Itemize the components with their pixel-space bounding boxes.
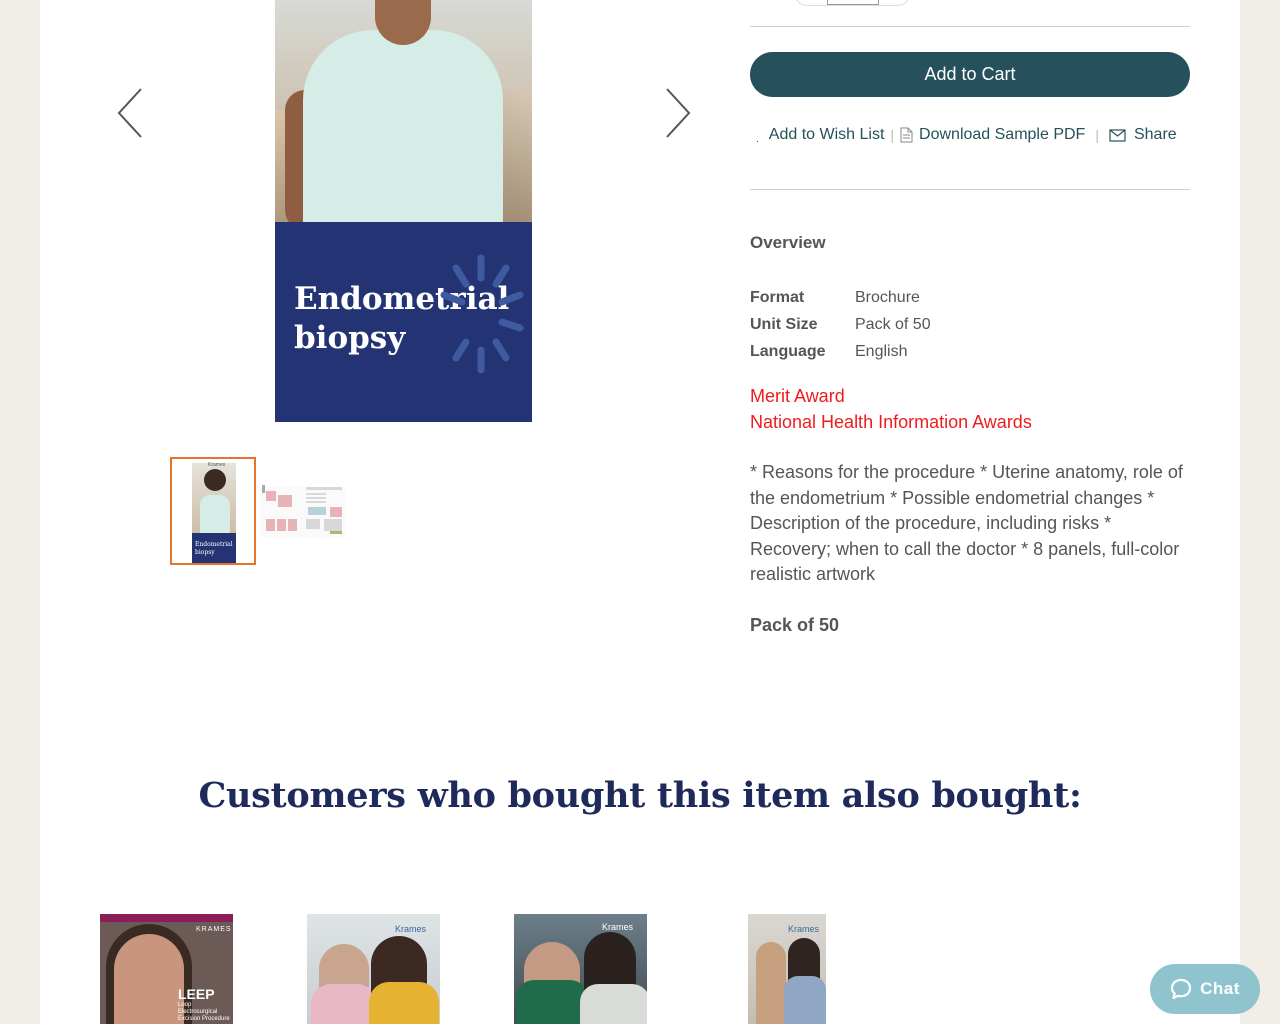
chat-bubble-icon [1171,978,1192,1000]
action-separator: | [1095,127,1099,143]
cover-person-shirt [369,982,439,1024]
document-icon [900,127,913,143]
action-separator: | [890,127,895,143]
brochure-inside-preview [260,485,346,537]
recommendation-title: LEEP [178,986,215,1002]
recommendation-brand: Krames [602,922,634,932]
cover-banner [100,914,233,922]
quantity-input[interactable] [827,0,879,5]
spec-key: Format [750,288,805,306]
gallery-next-button[interactable] [662,86,692,140]
cover-person-shirt [516,980,588,1024]
thumbnail-head [204,469,226,491]
cover-person-shirt [580,984,647,1024]
spec-table: Format Brochure Unit Size Pack of 50 Lan… [750,284,931,365]
cover-photo-shirt [303,30,503,222]
thumbnail-brand: Krames [208,462,226,468]
spec-key: Language [750,342,826,360]
overview-title: Overview [750,233,826,252]
cover-title-band: Endometrial biopsy [275,222,532,422]
download-sample-pdf-link[interactable]: Download Sample PDF [919,126,1085,144]
chat-button[interactable]: Chat [1150,964,1260,1014]
spec-value: Pack of 50 [855,315,931,333]
recommendation-brand: KRAMES [196,926,232,933]
cover-face [114,934,184,1024]
add-to-cart-button[interactable]: Add to Cart [750,52,1190,97]
spec-key: Unit Size [750,315,818,333]
thumbnail-title: Endometrial biopsy [192,533,236,563]
spec-value: Brochure [855,288,920,306]
chevron-left-icon [117,88,142,138]
product-actions: . Add to Wish List | Download Sample PDF… [756,124,1177,146]
cover-person [756,942,786,1024]
divider [750,189,1190,190]
cover-person-shirt [784,976,826,1024]
pack-size: Pack of 50 [750,615,840,635]
product-description: * Reasons for the procedure * Uterine an… [750,462,1183,585]
product-main-image[interactable]: Endometrial biopsy [275,0,532,422]
cover-photo [275,0,532,222]
gallery-thumbnail-inside[interactable] [260,457,346,565]
recommendation-item[interactable]: KRAMES LEEP Loop Electrosurgical Excisio… [100,914,233,1024]
share-action[interactable]: Share [1109,126,1177,144]
spec-value: English [855,342,908,360]
recommendations-title: Customers who bought this item also boug… [198,775,1082,816]
product-page: Endometrial biopsy Krames Endometrial bi… [40,0,1240,1024]
chat-label: Chat [1200,979,1240,998]
cover-person-shirt [311,984,377,1024]
download-sample-pdf[interactable]: Download Sample PDF [900,126,1085,144]
recommendation-item[interactable]: Krames [307,914,440,1024]
spec-row: Format Brochure [750,284,931,311]
award-source: National Health Information Awards [750,412,1032,432]
recommendation-brand: Krames [395,924,427,934]
chevron-right-icon [666,88,691,138]
divider [750,26,1190,27]
spec-row: Unit Size Pack of 50 [750,311,931,338]
spec-row: Language English [750,338,931,365]
share-link[interactable]: Share [1134,126,1177,144]
awards: Merit Award National Health Information … [750,383,1032,435]
envelope-icon [1109,128,1126,142]
gallery-thumbnail-cover[interactable]: Krames Endometrial biopsy [170,457,256,565]
add-to-wishlist-link[interactable]: Add to Wish List [769,126,885,144]
wishlist-icon: . [756,133,759,145]
burst-graphic [440,254,524,374]
recommendation-subtitle: Loop Electrosurgical Excision Procedure [178,1002,230,1022]
award-name: Merit Award [750,386,845,406]
thumbnail-shirt [200,495,230,533]
recommendation-brand: Krames [788,924,820,934]
thumbnail-photo [192,463,236,533]
recommendation-item[interactable]: Krames [748,914,826,1024]
gallery-prev-button[interactable] [116,86,146,140]
recommendation-item[interactable]: Krames [514,914,647,1024]
